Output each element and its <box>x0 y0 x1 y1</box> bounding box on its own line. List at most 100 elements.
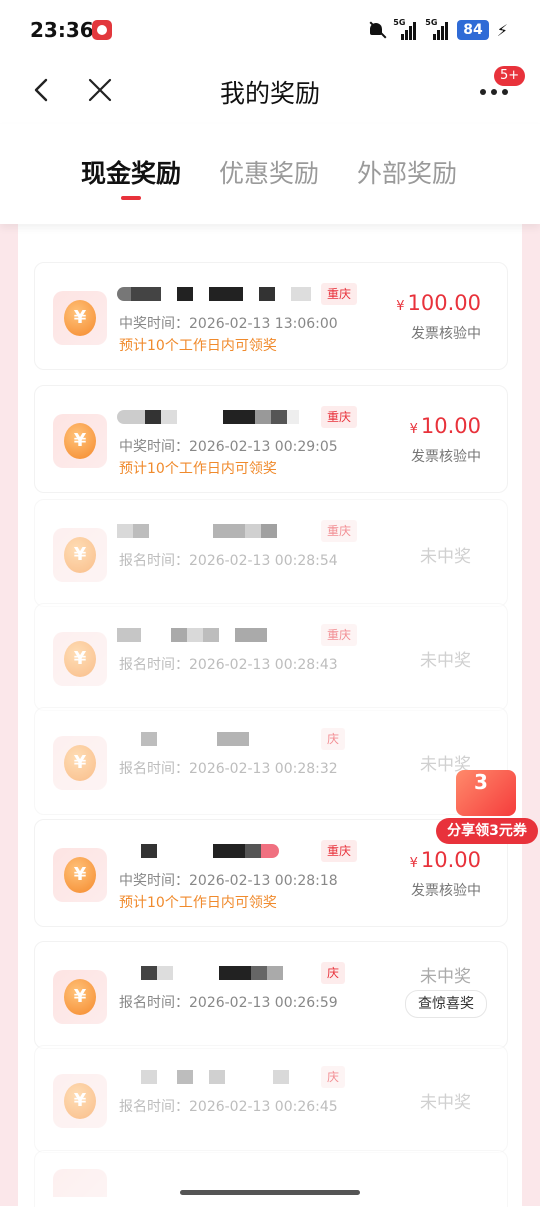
reward-card-partial[interactable] <box>34 1150 508 1207</box>
promo-number: 3 <box>474 770 488 794</box>
coin-icon: ¥ <box>64 979 96 1015</box>
time-value: 2026-02-13 00:28:43 <box>189 657 338 673</box>
status-icons: 5G 5G 84 ⚡ <box>367 18 508 40</box>
masked-event-name <box>117 844 279 858</box>
region-tag: 重庆 <box>321 520 358 542</box>
status-time: 23:36 <box>30 18 94 42</box>
invoice-status: 发票核验中 <box>411 883 481 899</box>
coin-icon-box: ¥ <box>53 632 107 686</box>
prize-amount: ¥10.00 <box>410 414 481 438</box>
time-value: 2026-02-13 00:26:45 <box>189 1099 338 1115</box>
coin-icon-box: ¥ <box>53 1074 107 1128</box>
coin-icon: ¥ <box>64 537 96 573</box>
record-time: 中奖时间：2026-02-13 00:28:18 <box>119 870 338 890</box>
reward-card[interactable]: ¥ 重庆 中奖时间：2026-02-13 00:29:05 预计10个工作日内可… <box>34 385 508 493</box>
active-tab-indicator <box>121 196 141 200</box>
signal-icon-2: 5G <box>425 18 449 40</box>
masked-event-name <box>117 966 283 980</box>
coin-icon: ¥ <box>64 423 96 459</box>
region-tag: 重庆 <box>321 406 358 428</box>
notification-badge: 5+ <box>494 66 526 86</box>
record-time: 中奖时间：2026-02-13 00:29:05 <box>119 436 338 456</box>
record-time: 报名时间：2026-02-13 00:26:45 <box>119 1096 338 1116</box>
reward-card[interactable]: ¥ 重庆 报名时间：2026-02-13 00:28:54 未中奖 <box>34 499 508 607</box>
coin-icon-box: ¥ <box>53 528 107 582</box>
tab-external-rewards[interactable]: 外部奖励 <box>357 154 457 190</box>
time-label: 报名时间： <box>119 1099 189 1115</box>
record-time: 报名时间：2026-02-13 00:28:43 <box>119 654 338 674</box>
claim-note: 预计10个工作日内可领奖 <box>119 461 277 477</box>
no-win-status: 未中奖 <box>420 547 471 567</box>
masked-event-name <box>117 287 311 301</box>
app-notification-icon <box>92 20 112 40</box>
amount-value: 10.00 <box>420 848 481 872</box>
time-label: 中奖时间： <box>119 873 189 889</box>
coin-icon-box: ¥ <box>53 414 107 468</box>
time-value: 2026-02-13 13:06:00 <box>189 316 338 332</box>
check-surprise-prize-button[interactable]: 查惊喜奖 <box>405 990 487 1018</box>
tab-discount-rewards[interactable]: 优惠奖励 <box>219 154 319 190</box>
amount-value: 100.00 <box>407 291 481 315</box>
share-coupon-promo[interactable]: 3 分享领3元券 <box>434 770 540 844</box>
reward-tabs: 现金奖励 优惠奖励 外部奖励 <box>0 124 540 224</box>
charging-icon: ⚡ <box>496 20 508 40</box>
masked-event-name <box>117 524 277 538</box>
time-value: 2026-02-13 00:26:59 <box>189 995 338 1011</box>
currency-symbol: ¥ <box>409 422 418 437</box>
battery-level: 84 <box>457 20 489 40</box>
record-time: 中奖时间：2026-02-13 13:06:00 <box>119 313 338 333</box>
signal-icon: 5G <box>393 18 417 40</box>
masked-event-name <box>117 1070 289 1084</box>
region-tag: 重庆 <box>321 840 358 862</box>
tab-cash-rewards[interactable]: 现金奖励 <box>81 154 181 190</box>
region-tag: 庆 <box>321 962 346 984</box>
no-win-status: 未中奖 <box>420 1093 471 1113</box>
prize-amount: ¥10.00 <box>410 848 481 872</box>
coin-icon-box: ¥ <box>53 848 107 902</box>
page-title: 我的奖励 <box>219 79 320 108</box>
coin-icon: ¥ <box>64 641 96 677</box>
region-tag: 庆 <box>321 728 346 750</box>
time-value: 2026-02-13 00:28:18 <box>189 873 338 889</box>
header: 我的奖励 5+ <box>0 60 540 124</box>
prize-amount: ¥100.00 <box>396 291 481 315</box>
time-value: 2026-02-13 00:28:32 <box>189 761 338 777</box>
time-label: 报名时间： <box>119 553 189 569</box>
currency-symbol: ¥ <box>409 856 418 871</box>
coin-icon-box: ¥ <box>53 291 107 345</box>
coin-icon-box <box>53 1169 107 1197</box>
coin-icon: ¥ <box>64 300 96 336</box>
reward-card[interactable]: ¥ 重庆 中奖时间：2026-02-13 13:06:00 预计10个工作日内可… <box>34 262 508 370</box>
mute-bell-icon <box>367 21 385 39</box>
region-tag: 庆 <box>321 1066 346 1088</box>
reward-card[interactable]: ¥ 重庆 报名时间：2026-02-13 00:28:43 未中奖 <box>34 603 508 711</box>
coin-icon: ¥ <box>64 857 96 893</box>
record-time: 报名时间：2026-02-13 00:28:32 <box>119 758 338 778</box>
coin-icon: ¥ <box>64 1083 96 1119</box>
coin-icon: ¥ <box>64 745 96 781</box>
region-tag: 重庆 <box>321 624 358 646</box>
invoice-status: 发票核验中 <box>411 449 481 465</box>
time-label: 中奖时间： <box>119 439 189 455</box>
share-coupon-label[interactable]: 分享领3元券 <box>436 818 538 844</box>
record-time: 报名时间：2026-02-13 00:28:54 <box>119 550 338 570</box>
time-label: 中奖时间： <box>119 316 189 332</box>
region-tag: 重庆 <box>321 283 358 305</box>
time-label: 报名时间： <box>119 657 189 673</box>
home-indicator[interactable] <box>180 1190 360 1195</box>
reward-card[interactable]: ¥ 庆 报名时间：2026-02-13 00:26:59 未中奖 查惊喜奖 <box>34 941 508 1049</box>
claim-note: 预计10个工作日内可领奖 <box>119 338 277 354</box>
time-value: 2026-02-13 00:28:54 <box>189 553 338 569</box>
coin-icon-box: ¥ <box>53 736 107 790</box>
record-time: 报名时间：2026-02-13 00:26:59 <box>119 992 338 1012</box>
no-win-status: 未中奖 <box>420 651 471 671</box>
invoice-status: 发票核验中 <box>411 326 481 342</box>
masked-event-name <box>117 732 249 746</box>
masked-event-name <box>117 628 267 642</box>
claim-note: 预计10个工作日内可领奖 <box>119 895 277 911</box>
reward-card[interactable]: ¥ 庆 报名时间：2026-02-13 00:26:45 未中奖 <box>34 1045 508 1153</box>
status-bar: 23:36 5G 5G 84 ⚡ <box>0 0 540 60</box>
currency-symbol: ¥ <box>396 299 405 314</box>
time-value: 2026-02-13 00:29:05 <box>189 439 338 455</box>
time-label: 报名时间： <box>119 761 189 777</box>
